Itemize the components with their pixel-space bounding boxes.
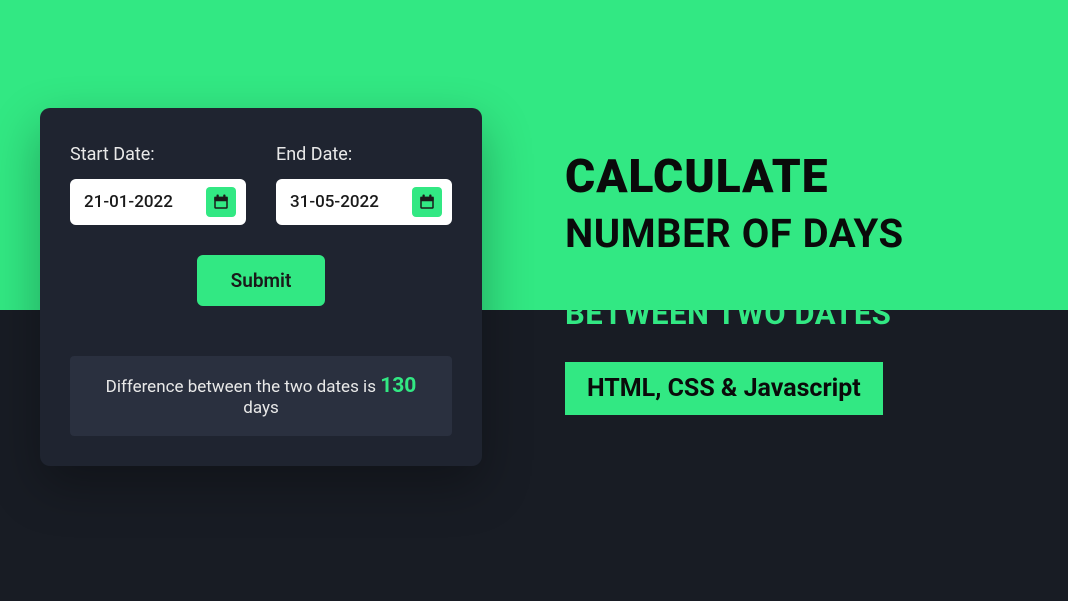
end-date-input[interactable]: 31-05-2022	[276, 179, 452, 225]
headline-number-of-days: NUMBER OF DAYS	[565, 210, 1045, 257]
start-date-input[interactable]: 21-01-2022	[70, 179, 246, 225]
submit-button[interactable]: Submit	[197, 255, 326, 306]
result-box: Difference between the two dates is 130 …	[70, 356, 452, 436]
end-date-group: End Date: 31-05-2022	[276, 144, 452, 225]
headline-between-two-dates: BETWEEN TWO DATES	[565, 295, 1045, 332]
title-block: CALCULATE NUMBER OF DAYS BETWEEN TWO DAT…	[565, 150, 1045, 415]
inputs-row: Start Date: 21-01-2022 End Date: 31-05-2…	[70, 144, 452, 225]
result-prefix: Difference between the two dates is	[106, 377, 381, 397]
headline-calculate: CALCULATE	[565, 150, 1045, 204]
end-date-value: 31-05-2022	[290, 192, 379, 212]
end-date-label: End Date:	[276, 144, 452, 165]
start-date-value: 21-01-2022	[84, 192, 173, 212]
result-suffix: days	[243, 398, 279, 418]
tech-badge: HTML, CSS & Javascript	[565, 362, 883, 415]
calendar-icon[interactable]	[206, 187, 236, 217]
result-number: 130	[380, 374, 416, 398]
start-date-label: Start Date:	[70, 144, 246, 165]
start-date-group: Start Date: 21-01-2022	[70, 144, 246, 225]
calendar-icon[interactable]	[412, 187, 442, 217]
date-calculator-card: Start Date: 21-01-2022 End Date: 31-05-2…	[40, 108, 482, 466]
